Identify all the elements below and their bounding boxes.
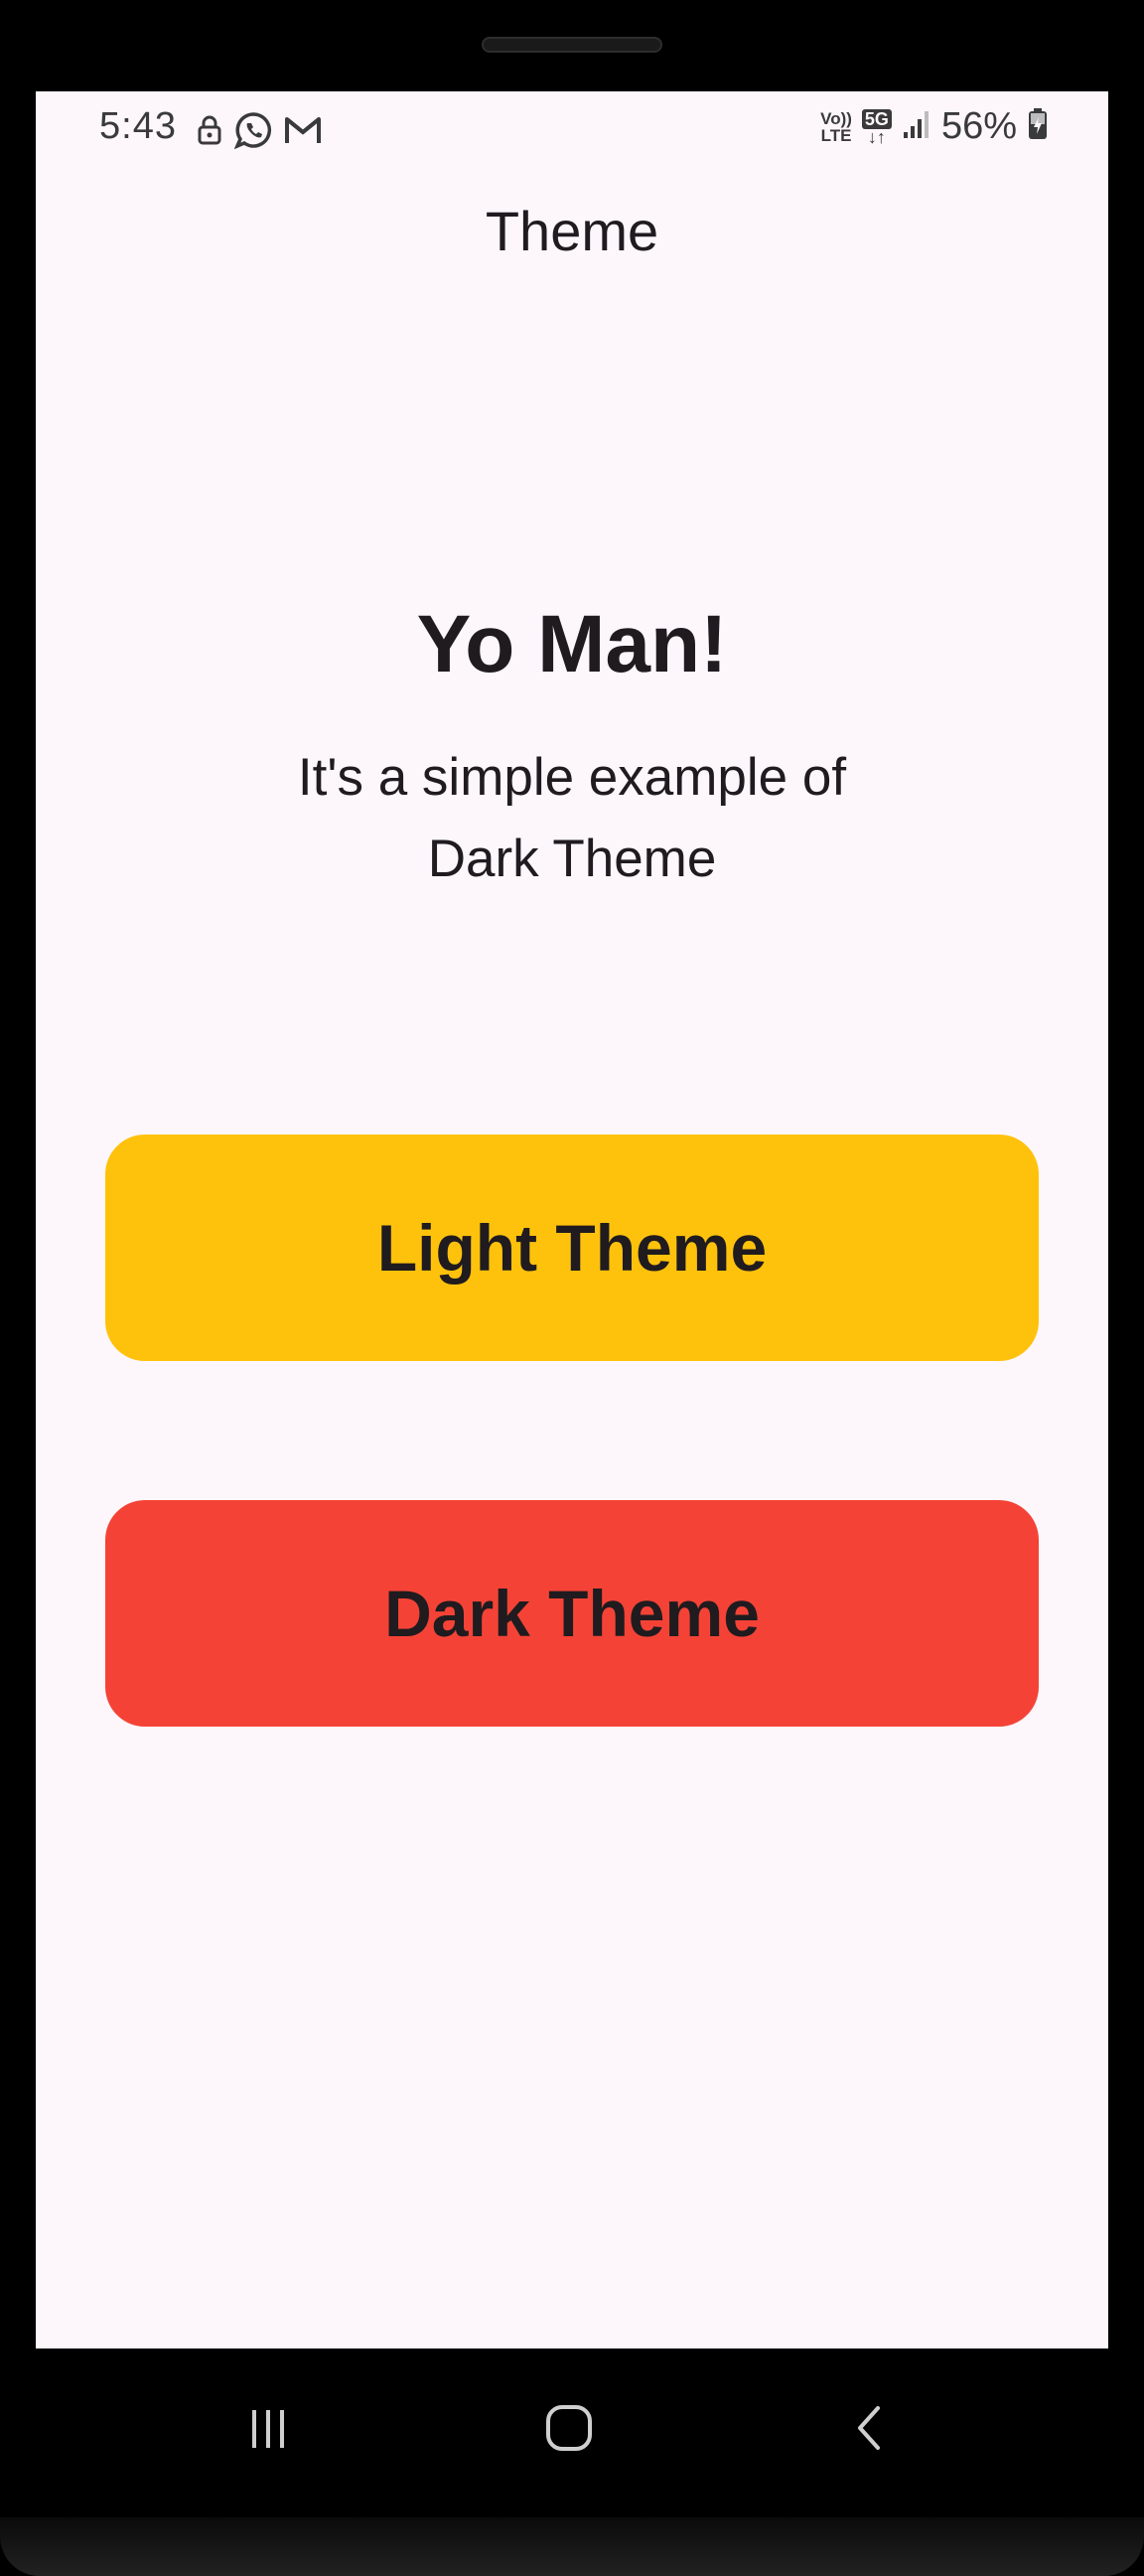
home-icon — [546, 2405, 592, 2451]
volte-bottom-label: LTE — [820, 125, 852, 145]
recents-icon — [252, 2410, 284, 2448]
status-bar: 5:43 Vo)) LTE 5G ↓↑ 56% — [36, 91, 1108, 169]
volte-indicator: Vo)) LTE — [820, 110, 852, 144]
whatsapp-icon — [233, 111, 272, 154]
back-button[interactable] — [830, 2388, 910, 2468]
headline: Yo Man! — [416, 599, 728, 689]
page-title: Theme — [485, 200, 659, 262]
home-button[interactable] — [529, 2388, 609, 2468]
status-time: 5:43 — [99, 105, 177, 147]
bottom-bezel — [0, 2517, 1144, 2576]
app-screen: 5:43 Vo)) LTE 5G ↓↑ 56% Theme Yo Man! It… — [36, 91, 1108, 2349]
network-5g-icon: 5G ↓↑ — [861, 108, 892, 147]
description-text: It's a simple example of Dark Theme — [297, 748, 847, 888]
notification-icons — [197, 111, 322, 154]
signal-icon — [902, 108, 931, 145]
gmail-icon — [284, 114, 322, 151]
system-status-icons: Vo)) LTE 5G ↓↑ 56% — [820, 105, 1049, 148]
recents-button[interactable] — [228, 2388, 308, 2468]
battery-charging-icon — [1027, 107, 1049, 146]
lock-icon — [197, 114, 222, 151]
volte-top-label: Vo)) — [820, 108, 852, 128]
navigation-bar — [0, 2349, 1144, 2507]
phone-frame: 5:43 Vo)) LTE 5G ↓↑ 56% Theme Yo Man! It… — [0, 0, 1144, 2576]
light-theme-button[interactable]: Light Theme — [105, 1135, 1039, 1361]
battery-percent: 56% — [940, 105, 1017, 147]
data-arrows-icon: ↓↑ — [867, 126, 886, 147]
dark-theme-button[interactable]: Dark Theme — [105, 1500, 1039, 1727]
back-icon — [858, 2406, 880, 2450]
earpiece-speaker — [482, 37, 662, 53]
network-type-label: 5G — [861, 108, 892, 129]
